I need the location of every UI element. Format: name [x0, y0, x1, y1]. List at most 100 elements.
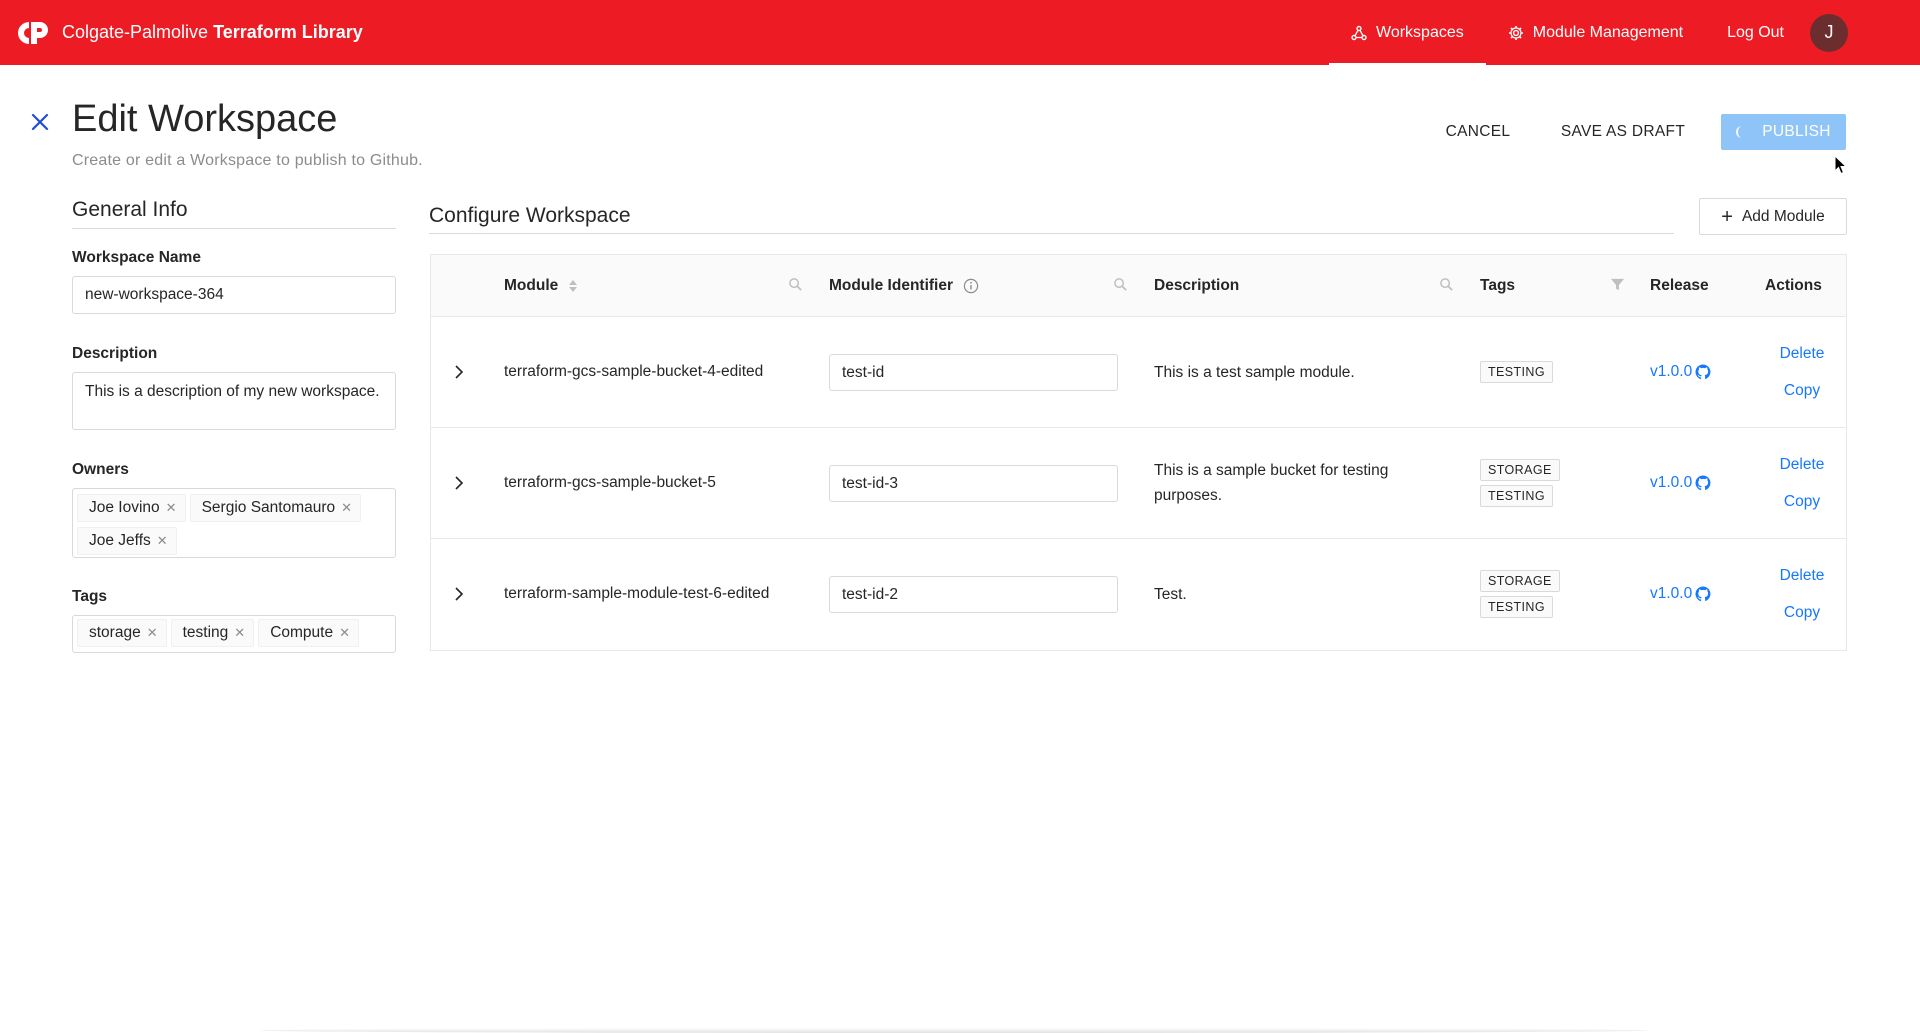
copy-link[interactable]: Copy	[1784, 381, 1820, 400]
tag-chip: testing ✕	[170, 618, 255, 647]
remove-chip-icon[interactable]: ✕	[157, 533, 168, 549]
column-label: Module	[504, 277, 559, 294]
remove-chip-icon[interactable]: ✕	[339, 625, 350, 641]
table-row: terraform-gcs-sample-bucket-5 test-id-3 …	[431, 428, 1846, 539]
copy-link[interactable]: Copy	[1784, 492, 1820, 511]
column-label: Tags	[1480, 277, 1516, 294]
owner-chip-label: Joe Jeffs	[89, 532, 151, 549]
chevron-right-icon[interactable]	[449, 584, 469, 604]
tag-chip-label: testing	[182, 623, 229, 641]
top-navbar: Colgate-Palmolive Terraform Library Work…	[0, 0, 1920, 65]
release-link[interactable]: v1.0.0	[1650, 539, 1711, 649]
table-row: terraform-sample-module-test-6-edited te…	[431, 539, 1846, 650]
table-header: Module Module Identifier Description Tag…	[431, 255, 1846, 317]
module-name: terraform-gcs-sample-bucket-4-edited	[504, 363, 764, 380]
delete-link[interactable]: Delete	[1780, 566, 1825, 585]
mouse-cursor-icon	[1834, 155, 1848, 175]
colgate-logo-icon	[16, 20, 52, 46]
column-label: Release	[1650, 277, 1709, 294]
column-header-module[interactable]: Module	[504, 255, 578, 317]
publish-label: PUBLISH	[1762, 123, 1831, 140]
sort-icon[interactable]	[568, 278, 578, 294]
workspace-name-input[interactable]: new-workspace-364	[72, 276, 396, 314]
column-label: Actions	[1765, 277, 1822, 294]
brand-title: Colgate-Palmolive Terraform Library	[62, 22, 363, 42]
nav-module-management-label: Module Management	[1532, 23, 1684, 41]
avatar[interactable]: J	[1810, 13, 1848, 52]
filter-icon[interactable]	[1610, 277, 1625, 292]
release-version: v1.0.0	[1650, 585, 1693, 602]
page-title: Edit Workspace	[72, 98, 338, 140]
tag-badge: TESTING	[1480, 361, 1553, 383]
module-tags: TESTING	[1480, 317, 1553, 427]
release-link[interactable]: v1.0.0	[1650, 317, 1711, 427]
add-module-label: Add Module	[1741, 207, 1825, 225]
module-description: This is a test sample module.	[1154, 363, 1355, 381]
github-icon	[1695, 364, 1711, 380]
copy-link[interactable]: Copy	[1784, 603, 1820, 622]
gear-icon	[1508, 25, 1523, 40]
module-identifier-input[interactable]: test-id-3	[829, 465, 1118, 502]
module-name: terraform-gcs-sample-bucket-5	[504, 474, 716, 491]
description-label: Description	[72, 345, 158, 362]
owner-chip: Joe Jeffs ✕	[77, 527, 177, 555]
add-module-button[interactable]: + Add Module	[1699, 198, 1847, 235]
module-description: Test.	[1154, 585, 1187, 603]
brand[interactable]: Colgate-Palmolive Terraform Library	[16, 20, 363, 46]
tags-select[interactable]: storage ✕ testing ✕ Compute ✕	[72, 615, 396, 653]
module-name: terraform-sample-module-test-6-edited	[504, 585, 770, 602]
column-header-identifier: Module Identifier	[829, 255, 979, 317]
nav-log-out-label: Log Out	[1727, 23, 1784, 41]
tag-chip: Compute ✕	[258, 618, 359, 647]
module-identifier-input[interactable]: test-id	[829, 354, 1118, 391]
column-label: Description	[1154, 277, 1240, 294]
tag-badge: STORAGE	[1480, 459, 1560, 481]
module-tags: STORAGE TESTING	[1480, 539, 1560, 649]
tag-badge: TESTING	[1480, 596, 1553, 618]
row-actions: Delete Copy	[1772, 539, 1832, 649]
nav-module-management[interactable]: Module Management	[1486, 0, 1705, 65]
column-header-tags: Tags	[1480, 255, 1515, 317]
tag-badge: STORAGE	[1480, 570, 1560, 592]
column-header-actions: Actions	[1765, 255, 1822, 317]
release-version: v1.0.0	[1650, 363, 1693, 380]
close-icon[interactable]	[28, 110, 52, 134]
delete-link[interactable]: Delete	[1780, 455, 1825, 474]
tag-chip-label: storage	[89, 623, 141, 641]
owner-chip-label: Joe Iovino	[89, 499, 160, 516]
owner-chip: Joe Iovino ✕	[77, 494, 186, 522]
owner-chip-label: Sergio Santomauro	[201, 499, 336, 516]
save-as-draft-button[interactable]: SAVE AS DRAFT	[1556, 114, 1690, 150]
column-header-release: Release	[1650, 255, 1709, 317]
remove-chip-icon[interactable]: ✕	[166, 500, 177, 516]
owners-select[interactable]: Joe Iovino ✕ Sergio Santomauro ✕ Joe Jeffs…	[72, 488, 396, 558]
table-row: terraform-gcs-sample-bucket-4-edited tes…	[431, 317, 1846, 428]
main-nav: Workspaces Module Management Log Out J	[1329, 0, 1920, 65]
publish-button[interactable]: PUBLISH	[1721, 114, 1846, 150]
chevron-right-icon[interactable]	[449, 362, 469, 382]
avatar-initial: J	[1824, 22, 1834, 42]
row-actions: Delete Copy	[1772, 428, 1832, 538]
search-icon[interactable]	[788, 277, 803, 292]
remove-chip-icon[interactable]: ✕	[147, 625, 158, 641]
nav-log-out[interactable]: Log Out	[1705, 0, 1806, 65]
release-version: v1.0.0	[1650, 474, 1693, 491]
search-icon[interactable]	[1439, 277, 1454, 292]
info-icon[interactable]	[963, 278, 979, 294]
search-icon[interactable]	[1113, 277, 1128, 292]
column-label: Module Identifier	[829, 277, 953, 294]
row-actions: Delete Copy	[1772, 317, 1832, 427]
remove-chip-icon[interactable]: ✕	[341, 500, 352, 516]
github-icon	[1695, 586, 1711, 602]
release-link[interactable]: v1.0.0	[1650, 428, 1711, 538]
delete-link[interactable]: Delete	[1780, 344, 1825, 363]
github-icon	[1695, 475, 1711, 491]
remove-chip-icon[interactable]: ✕	[234, 625, 245, 641]
description-textarea[interactable]: This is a description of my new workspac…	[72, 372, 396, 430]
nav-workspaces-label: Workspaces	[1376, 23, 1464, 41]
module-description: This is a sample bucket for testing purp…	[1154, 462, 1389, 504]
module-identifier-input[interactable]: test-id-2	[829, 576, 1118, 613]
cancel-button[interactable]: CANCEL	[1438, 114, 1518, 150]
nav-workspaces[interactable]: Workspaces	[1329, 0, 1486, 65]
chevron-right-icon[interactable]	[449, 473, 469, 493]
